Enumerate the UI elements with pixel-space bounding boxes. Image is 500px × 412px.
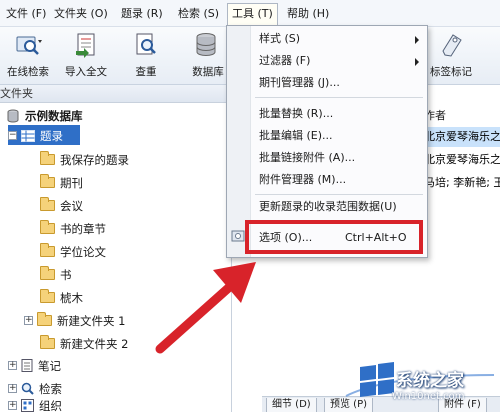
pointer-arrow-icon (155, 262, 256, 354)
watermark-url: Win10net.com (392, 391, 465, 402)
watermark-title: 系统之家 (396, 371, 464, 391)
